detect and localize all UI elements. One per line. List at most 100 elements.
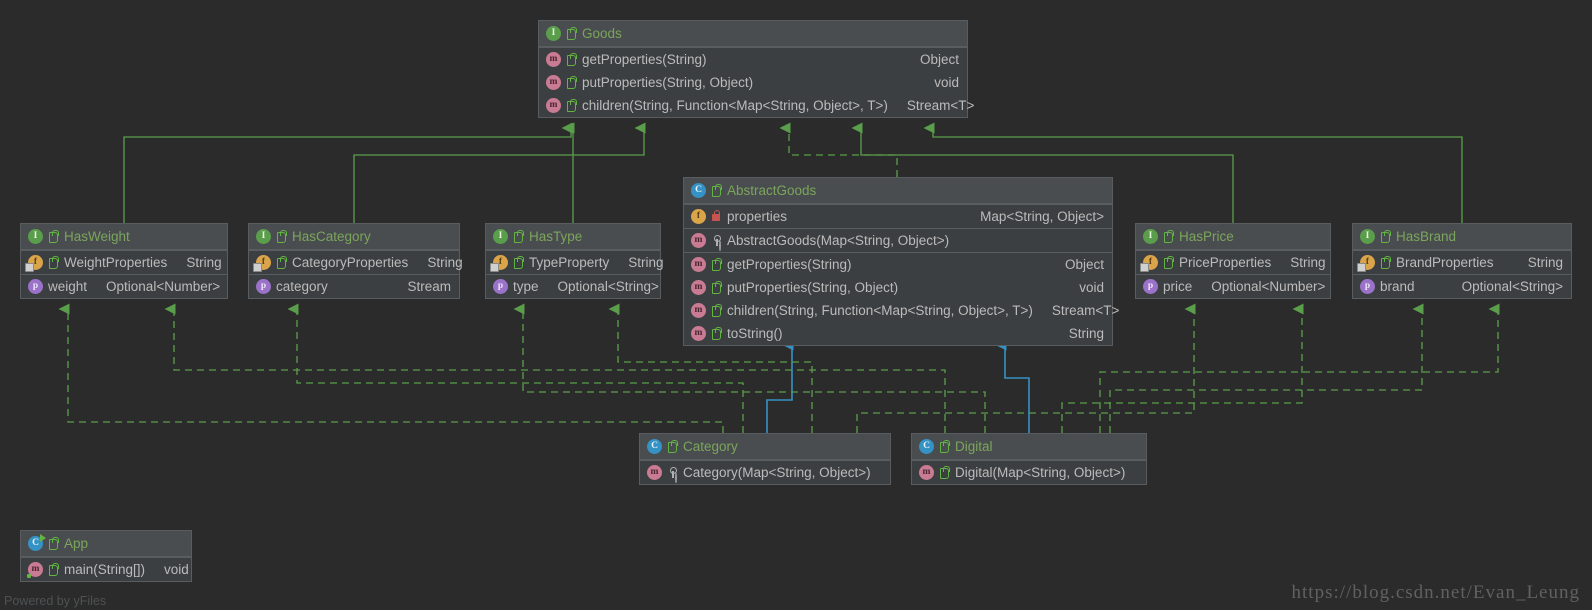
static-field-icon: f [1357, 255, 1375, 272]
member-row[interactable]: p price Optional<Number> [1136, 275, 1330, 298]
member-row[interactable]: m Digital(Map<String, Object>) [912, 461, 1146, 484]
member-group: f PriceProperties String [1136, 250, 1330, 274]
method-icon: m [691, 257, 706, 272]
node-header-hasweight[interactable]: I HasWeight [21, 224, 227, 250]
member-type: void [164, 562, 189, 577]
member-row[interactable]: f BrandProperties String [1353, 251, 1571, 274]
public-visibility-icon [566, 99, 577, 112]
member-name: putProperties(String, Object) [582, 75, 754, 90]
uml-node-app[interactable]: C App m main(String[]) void [20, 530, 192, 582]
member-row[interactable]: m getProperties(String) Object [539, 48, 967, 71]
member-row[interactable]: f WeightProperties String [21, 251, 227, 274]
member-type: String [427, 255, 463, 270]
static-method-icon: m [27, 562, 43, 578]
member-row[interactable]: m children(String, Function<Map<String, O… [539, 94, 974, 117]
member-name: price [1163, 279, 1193, 294]
member-name: Category(Map<String, Object>) [683, 465, 871, 480]
node-title: HasCategory [292, 229, 371, 244]
uml-node-hasweight[interactable]: I HasWeight f WeightProperties String p weight… [20, 223, 228, 299]
member-group: f TypeProperty String [486, 250, 664, 274]
uml-node-abstractgoods[interactable]: C AbstractGoods f properties Map<String, Obj… [683, 177, 1119, 346]
node-header-app[interactable]: C App [21, 531, 191, 557]
property-icon: p [493, 279, 508, 294]
member-name: children(String, Function<Map<String, Ob… [582, 98, 888, 113]
method-icon: m [691, 233, 706, 248]
member-group: m Category(Map<String, Object>) [640, 460, 890, 484]
uml-node-hasprice[interactable]: I HasPrice f PriceProperties String p price Opt… [1135, 223, 1331, 299]
public-visibility-icon [48, 537, 59, 550]
member-name: putProperties(String, Object) [727, 280, 899, 295]
node-title: Digital [955, 439, 993, 454]
node-header-category[interactable]: C Category [640, 434, 890, 460]
member-row[interactable]: f TypeProperty String [486, 251, 664, 274]
public-visibility-icon [939, 440, 950, 453]
member-name: type [513, 279, 539, 294]
static-field-icon: f [1140, 255, 1158, 272]
node-header-abstractgoods[interactable]: C AbstractGoods [684, 178, 1112, 204]
method-icon: m [691, 303, 706, 318]
member-group: p category Stream [249, 274, 459, 298]
member-group: m Digital(Map<String, Object>) [912, 460, 1146, 484]
uml-node-hasbrand[interactable]: I HasBrand f BrandProperties String p brand Opt… [1352, 223, 1572, 299]
member-type: Optional<Number> [106, 279, 221, 294]
member-type: Stream<T> [906, 98, 975, 113]
member-group: m getProperties(String) Object m putProperti… [684, 252, 1119, 345]
member-type: Optional<Number> [1211, 279, 1326, 294]
member-row[interactable]: f PriceProperties String [1136, 251, 1330, 274]
method-icon: m [546, 98, 561, 113]
member-row[interactable]: p weight Optional<Number> [21, 275, 227, 298]
protected-visibility-icon [667, 466, 678, 479]
method-icon: m [647, 465, 662, 480]
public-visibility-icon [1163, 230, 1174, 243]
uml-node-hastype[interactable]: I HasType f TypeProperty String p type Optional… [485, 223, 664, 299]
public-visibility-icon [48, 256, 59, 269]
public-visibility-icon [711, 304, 722, 317]
uml-diagram-canvas[interactable]: I Goods m getProperties(String) Object m putPr… [0, 0, 1592, 610]
member-row[interactable]: m toString() String [684, 322, 1112, 345]
public-visibility-icon [48, 563, 59, 576]
public-visibility-icon [566, 53, 577, 66]
node-header-hastype[interactable]: I HasType [486, 224, 660, 250]
uml-node-digital[interactable]: C Digital m Digital(Map<String, Object>) [911, 433, 1147, 485]
private-visibility-icon [711, 210, 722, 223]
static-field-icon: f [490, 255, 508, 272]
member-type: Stream<T> [1051, 303, 1120, 318]
member-row[interactable]: f properties Map<String, Object> [684, 205, 1112, 228]
member-row[interactable]: p type Optional<String> [486, 275, 660, 298]
member-name: WeightProperties [64, 255, 168, 270]
member-type: Stream [407, 279, 451, 294]
protected-visibility-icon [711, 234, 722, 247]
member-row[interactable]: m AbstractGoods(Map<String, Object>) [684, 229, 1112, 252]
member-row[interactable]: m putProperties(String, Object) void [684, 276, 1112, 299]
member-type: String [186, 255, 222, 270]
uml-node-category[interactable]: C Category m Category(Map<String, Object>) [639, 433, 891, 485]
member-row[interactable]: m main(String[]) void [21, 558, 191, 581]
powered-by-label: Powered by yFiles [4, 594, 107, 608]
watermark-url: https://blog.csdn.net/Evan_Leung [1291, 582, 1580, 603]
node-header-hasprice[interactable]: I HasPrice [1136, 224, 1330, 250]
method-icon: m [919, 465, 934, 480]
member-row[interactable]: m children(String, Function<Map<String, O… [684, 299, 1119, 322]
member-row[interactable]: p category Stream [249, 275, 459, 298]
uml-node-goods[interactable]: I Goods m getProperties(String) Object m putPr… [538, 20, 974, 118]
member-row[interactable]: f CategoryProperties String [249, 251, 463, 274]
member-row[interactable]: p brand Optional<String> [1353, 275, 1571, 298]
member-name: weight [48, 279, 88, 294]
member-type: String [1068, 326, 1104, 341]
member-name: CategoryProperties [292, 255, 409, 270]
member-row[interactable]: m putProperties(String, Object) void [539, 71, 967, 94]
node-header-hascategory[interactable]: I HasCategory [249, 224, 459, 250]
member-row[interactable]: m getProperties(String) Object [684, 253, 1112, 276]
member-row[interactable]: m Category(Map<String, Object>) [640, 461, 890, 484]
method-icon: m [691, 326, 706, 341]
node-header-hasbrand[interactable]: I HasBrand [1353, 224, 1571, 250]
property-icon: p [256, 279, 271, 294]
node-header-digital[interactable]: C Digital [912, 434, 1146, 460]
node-title: Goods [582, 26, 622, 41]
interface-icon: I [28, 229, 43, 244]
uml-node-hascategory[interactable]: I HasCategory f CategoryProperties String p ca… [248, 223, 463, 299]
node-header-goods[interactable]: I Goods [539, 21, 967, 47]
public-visibility-icon [711, 281, 722, 294]
member-name: BrandProperties [1396, 255, 1494, 270]
node-title: HasType [529, 229, 583, 244]
